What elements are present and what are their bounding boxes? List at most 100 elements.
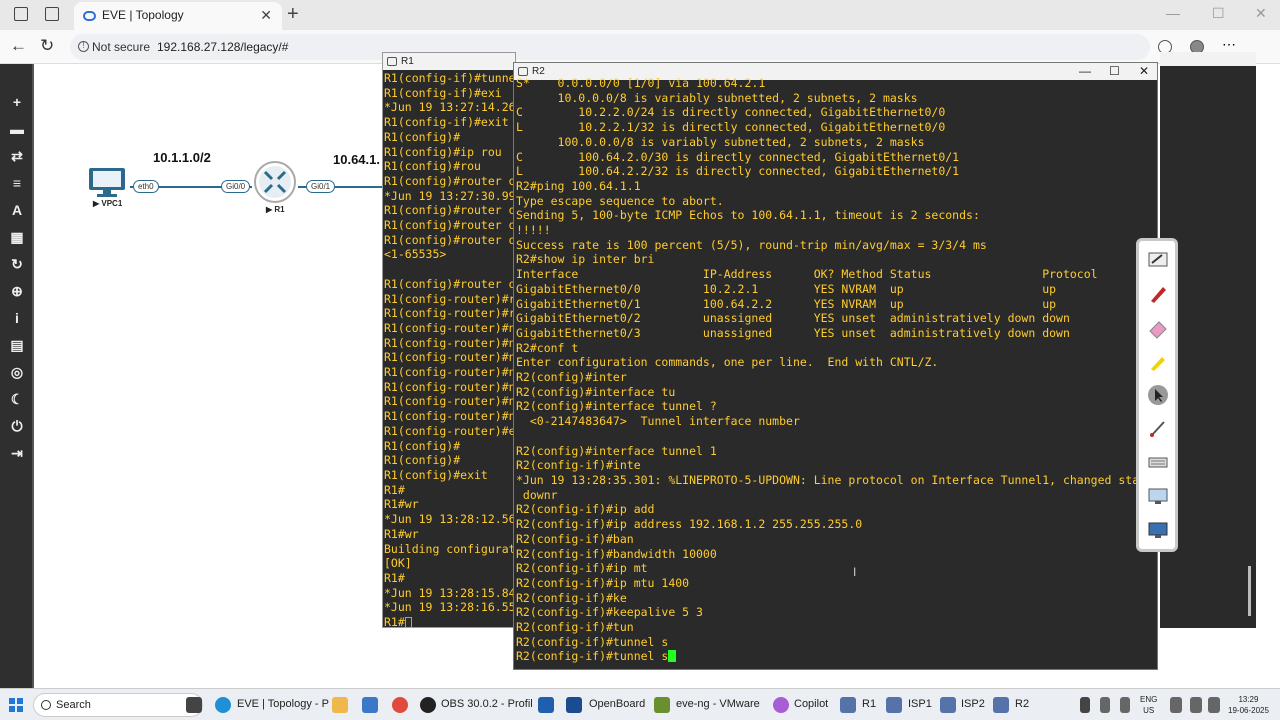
pointer-icon[interactable] — [1147, 384, 1169, 406]
taskbar-item-obs[interactable]: OBS 30.0.2 - Profil — [441, 698, 533, 710]
keyboard-icon[interactable] — [1147, 451, 1169, 473]
putty-icon[interactable] — [840, 697, 856, 713]
maximize-icon[interactable]: ☐ — [1212, 5, 1225, 22]
dark-mode-icon[interactable]: ☾ — [9, 391, 25, 407]
screen-capture-icon[interactable] — [1147, 485, 1169, 507]
store-icon[interactable] — [362, 697, 378, 713]
terminal-line: R1(config-router)#ne — [384, 320, 514, 335]
battery-icon[interactable] — [1208, 697, 1220, 713]
vmware-icon[interactable] — [654, 697, 670, 713]
network-icon[interactable] — [1120, 697, 1130, 713]
router-icon — [254, 161, 296, 203]
putty-icon[interactable] — [886, 697, 902, 713]
terminal-line: R1(config-router)#ne — [384, 409, 514, 424]
status-icon[interactable]: ◎ — [9, 364, 25, 380]
vpc1-eth0-label: eth0 — [133, 180, 159, 193]
terminal-line: R2(config-if)#bandwidth 10000 — [516, 546, 717, 561]
highlighter-icon[interactable] — [1147, 351, 1169, 373]
taskbar-item-r1[interactable]: R1 — [862, 698, 876, 710]
scrollbar[interactable] — [1248, 566, 1251, 616]
terminal-line: Sending 5, 100-byte ICMP Echos to 100.64… — [516, 208, 980, 223]
taskbar-item-isp1[interactable]: ISP1 — [908, 698, 932, 710]
mic-icon[interactable] — [1100, 697, 1110, 713]
terminal-line: *Jun 19 13:28:15.841 — [384, 585, 514, 600]
terminal-line: R1(config-router)#ne — [384, 365, 514, 380]
whiteboard-icon[interactable] — [1147, 249, 1169, 271]
r2-terminal-window[interactable]: R2 — ☐ ✕ S* 0.0.0.0/0 [1/0] via 100.64.2… — [513, 62, 1158, 670]
r1-terminal-window[interactable]: R1 R1(config-if)#tunnel R1(config-if)#exi… — [382, 52, 516, 630]
edge-icon[interactable] — [215, 697, 231, 713]
laser-pointer-icon[interactable] — [1147, 417, 1169, 439]
terminal-line: R1#wr — [384, 497, 419, 512]
terminal-line: L 10.2.2.1/32 is directly connected, Gig… — [516, 120, 946, 135]
putty-icon[interactable] — [993, 697, 1009, 713]
openboard-icon[interactable] — [566, 697, 582, 713]
copilot-icon[interactable] — [773, 697, 789, 713]
terminal-line: R1# — [384, 570, 405, 585]
taskbar-item-eve[interactable]: EVE | Topology - P — [237, 698, 329, 710]
volume-icon[interactable] — [1190, 697, 1202, 713]
terminal-line: [OK] — [384, 556, 412, 571]
notes-icon[interactable]: ▤ — [9, 337, 25, 353]
logout-icon[interactable]: ⇥ — [9, 445, 25, 461]
eraser-icon[interactable] — [1147, 317, 1169, 339]
terminal-line: R2(config-if)#tun — [516, 620, 634, 635]
terminal-line: R2(config-if)#ip mtu 1400 — [516, 575, 690, 590]
menu-icon[interactable]: ⋯ — [1222, 36, 1236, 52]
wifi-icon[interactable] — [1170, 697, 1182, 713]
language-indicator[interactable]: ENG US — [1140, 694, 1157, 716]
terminal-line: R2(config-if)#ban — [516, 531, 634, 546]
tray-arrow-icon[interactable] — [1080, 697, 1090, 713]
taskbar-item-copilot[interactable]: Copilot — [794, 698, 828, 710]
terminal-line: R1(config-router)#ex — [384, 423, 514, 438]
terminal-line: Success rate is 100 percent (5/5), round… — [516, 237, 987, 252]
file-explorer-icon[interactable] — [332, 697, 348, 713]
terminal-line: R1(config-router)#ne — [384, 394, 514, 409]
close-window-icon[interactable]: ✕ — [1255, 5, 1267, 22]
annotation-toolbar — [1136, 238, 1178, 552]
terminal-line: R1(config)#router os — [384, 218, 514, 233]
refresh-icon[interactable]: ↻ — [9, 256, 25, 272]
r1-label: ▶ R1 — [266, 205, 285, 214]
pen-icon[interactable] — [1147, 283, 1169, 305]
r1-titlebar[interactable]: R1 — [383, 53, 515, 70]
terminal-line: Interface IP-Address OK? Method Status P… — [516, 267, 1098, 282]
terminal-line: R1(config)#exit — [384, 467, 488, 482]
clock[interactable]: 13:29 19-06-2025 — [1228, 694, 1269, 716]
zoom-icon[interactable]: ⊕ — [9, 283, 25, 299]
terminal-cursor — [668, 650, 677, 663]
putty-icon[interactable] — [940, 697, 956, 713]
obs-icon[interactable] — [420, 697, 436, 713]
info-icon[interactable]: i — [9, 310, 25, 326]
taskbar-search[interactable]: Search — [33, 693, 203, 717]
lang-bottom: US — [1143, 706, 1155, 715]
terminal-line: R1(config-if)#exi — [384, 85, 502, 100]
taskbar-item-r2[interactable]: R2 — [1015, 698, 1029, 710]
terminal-line: R2#show ip inter bri — [516, 252, 655, 267]
terminal-line: *Jun 19 13:27:30.990 — [384, 188, 514, 203]
vpc1-node[interactable] — [87, 166, 127, 200]
outlook-icon[interactable] — [538, 697, 554, 713]
r1-node[interactable] — [253, 160, 297, 204]
taskbar-item-isp2[interactable]: ISP2 — [961, 698, 985, 710]
taskbar-item-openboard[interactable]: OpenBoard — [589, 698, 645, 710]
terminal-line: R1# — [384, 482, 405, 497]
task-view-icon[interactable] — [186, 697, 202, 713]
terminal-prompt-line[interactable]: R2(config-if)#tunnel s — [516, 649, 1148, 664]
terminal-line: R1(config)# — [384, 129, 461, 144]
minimize-icon[interactable]: — — [1166, 5, 1180, 21]
terminal-line: R1# — [384, 615, 514, 630]
windows-taskbar: Search EVE | Topology - P OBS 30.0.2 - P… — [0, 688, 1280, 720]
windows-start-icon[interactable] — [8, 697, 24, 713]
chrome-icon[interactable] — [392, 697, 408, 713]
terminal-line: <0-2147483647> Tunnel interface number — [516, 414, 800, 429]
grid-icon[interactable]: ▦ — [9, 229, 25, 245]
terminal-line: R2(config)#interface tunnel ? — [516, 399, 717, 414]
power-icon[interactable]: ⏻ — [9, 418, 25, 434]
terminal-line: Type escape sequence to abort. — [516, 193, 724, 208]
desktop-mode-icon[interactable] — [1147, 519, 1169, 541]
taskbar-item-vmware[interactable]: eve-ng - VMware — [676, 698, 760, 710]
terminal-line: R1#wr — [384, 526, 419, 541]
terminal-icon — [518, 67, 528, 76]
terminal-line: R1(config-if)#tunnel — [384, 71, 514, 85]
